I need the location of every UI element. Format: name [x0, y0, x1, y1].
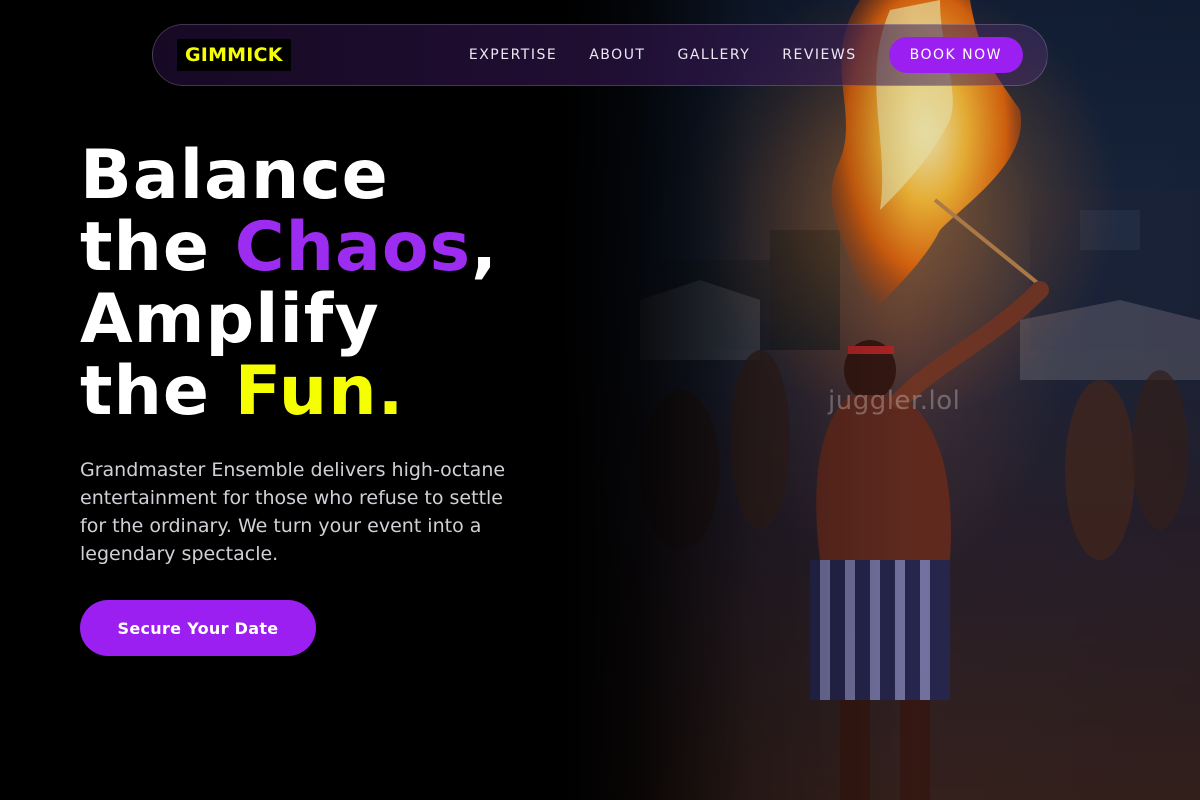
headline-accent-chaos: Chaos	[234, 208, 472, 287]
headline-line-2-pre: the	[80, 208, 235, 287]
nav-links: EXPERTISE ABOUT GALLERY REVIEWS	[469, 47, 857, 63]
hero-description: Grandmaster Ensemble delivers high-octan…	[80, 459, 506, 565]
nav-link-about[interactable]: ABOUT	[589, 47, 645, 63]
headline-line-1: Balance	[80, 136, 389, 215]
headline-line-3: Amplify	[80, 280, 380, 359]
nav-link-reviews[interactable]: REVIEWS	[782, 47, 856, 63]
secure-your-date-button[interactable]: Secure Your Date	[80, 600, 316, 656]
hero-image: juggler.lol	[560, 0, 1200, 800]
navbar: GIMMICK EXPERTISE ABOUT GALLERY REVIEWS …	[152, 24, 1048, 86]
hero-headline: Balance the Chaos, Amplify the Fun.	[80, 140, 600, 428]
headline-accent-fun: Fun.	[234, 352, 405, 431]
headline-line-4-pre: the	[80, 352, 235, 431]
book-now-button[interactable]: BOOK NOW	[888, 37, 1023, 73]
nav-link-gallery[interactable]: GALLERY	[678, 47, 751, 63]
headline-line-2-post: ,	[471, 208, 498, 287]
nav-link-expertise[interactable]: EXPERTISE	[469, 47, 557, 63]
logo[interactable]: GIMMICK	[177, 39, 291, 71]
watermark-text: juggler.lol	[828, 386, 961, 416]
